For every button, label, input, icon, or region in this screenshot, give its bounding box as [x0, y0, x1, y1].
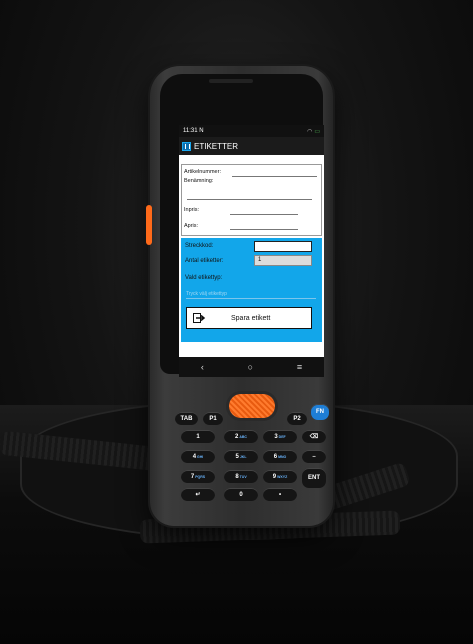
- key-4[interactable]: 4 GHI: [181, 450, 215, 463]
- label-panel: Streckkod: Antal etiketter: 1 Vald etike…: [181, 238, 322, 342]
- key-0[interactable]: 0: [224, 488, 258, 501]
- return-arrow-icon: ↵: [195, 492, 201, 498]
- shift-key[interactable]: ↵: [181, 488, 215, 501]
- dot-icon: •: [278, 491, 282, 498]
- clock: 11:31: [183, 128, 198, 134]
- save-label-button[interactable]: Spara etikett: [186, 307, 312, 329]
- article-form: Artikelnummer: Benämning: Inpris: Apris:: [181, 164, 322, 236]
- key-6[interactable]: 6 MNO: [263, 450, 297, 463]
- status-bar: 11:31 N ◠ ▭: [179, 125, 324, 137]
- tab-key[interactable]: TAB: [175, 412, 198, 425]
- app-logo-icon: [182, 141, 191, 151]
- name-label: Benämning:: [184, 178, 214, 184]
- battery-icon: ▭: [314, 128, 320, 135]
- key-5[interactable]: 5 JKL: [224, 450, 258, 463]
- label-count-label: Antal etiketter:: [185, 258, 224, 264]
- barcode-label: Streckkod:: [185, 243, 214, 249]
- menu-icon[interactable]: ≡: [297, 362, 302, 372]
- key-8[interactable]: 8 TUV: [224, 470, 258, 483]
- arrow-right-icon: [193, 313, 207, 323]
- article-number-label: Artikelnummer:: [184, 169, 221, 175]
- dot-key[interactable]: •: [263, 488, 297, 501]
- label-count-input[interactable]: 1: [254, 255, 312, 266]
- scan-trigger-button[interactable]: [229, 394, 275, 418]
- purchase-price-field[interactable]: [230, 214, 298, 215]
- label-type-label: Vald etikettyp:: [185, 275, 223, 281]
- p2-key[interactable]: P2: [287, 412, 307, 425]
- delete-key[interactable]: ⌫: [302, 430, 326, 443]
- system-nav-bar: ‹ ○ ≡: [179, 357, 324, 377]
- app-bar: ETIKETTER: [179, 137, 324, 155]
- home-icon[interactable]: ○: [248, 362, 253, 372]
- side-scan-button[interactable]: [146, 205, 152, 245]
- purchase-price-label: Inpris:: [184, 207, 199, 213]
- wifi-icon: ◠: [307, 128, 313, 135]
- enter-key[interactable]: ENT: [302, 468, 326, 488]
- price-field[interactable]: [230, 229, 298, 230]
- notification-icon: N: [199, 128, 204, 134]
- label-type-select[interactable]: Tryck välj etikettyp: [186, 291, 316, 299]
- key-7[interactable]: 7 PQRS: [181, 470, 215, 483]
- device-screen: 11:31 N ◠ ▭ ETIKETTER Artikelnummer: Ben…: [179, 125, 324, 377]
- key-3[interactable]: 3 DEF: [263, 430, 297, 443]
- fn-key[interactable]: FN: [311, 404, 329, 420]
- minus-key[interactable]: –: [302, 450, 326, 463]
- app-title: ETIKETTER: [194, 141, 239, 151]
- name-field[interactable]: [187, 199, 312, 200]
- backspace-icon: ⌫: [309, 434, 319, 440]
- article-number-field[interactable]: [232, 176, 317, 177]
- save-label-text: Spara etikett: [231, 314, 271, 322]
- key-1[interactable]: 1: [181, 430, 215, 443]
- speaker-grille: [209, 79, 253, 83]
- key-9[interactable]: 9 WXYZ: [263, 470, 297, 483]
- key-2[interactable]: 2 ABC: [224, 430, 258, 443]
- p1-key[interactable]: P1: [203, 412, 223, 425]
- barcode-input[interactable]: [254, 241, 312, 252]
- price-label: Apris:: [184, 223, 199, 229]
- back-icon[interactable]: ‹: [201, 362, 204, 372]
- minus-icon: –: [312, 453, 316, 460]
